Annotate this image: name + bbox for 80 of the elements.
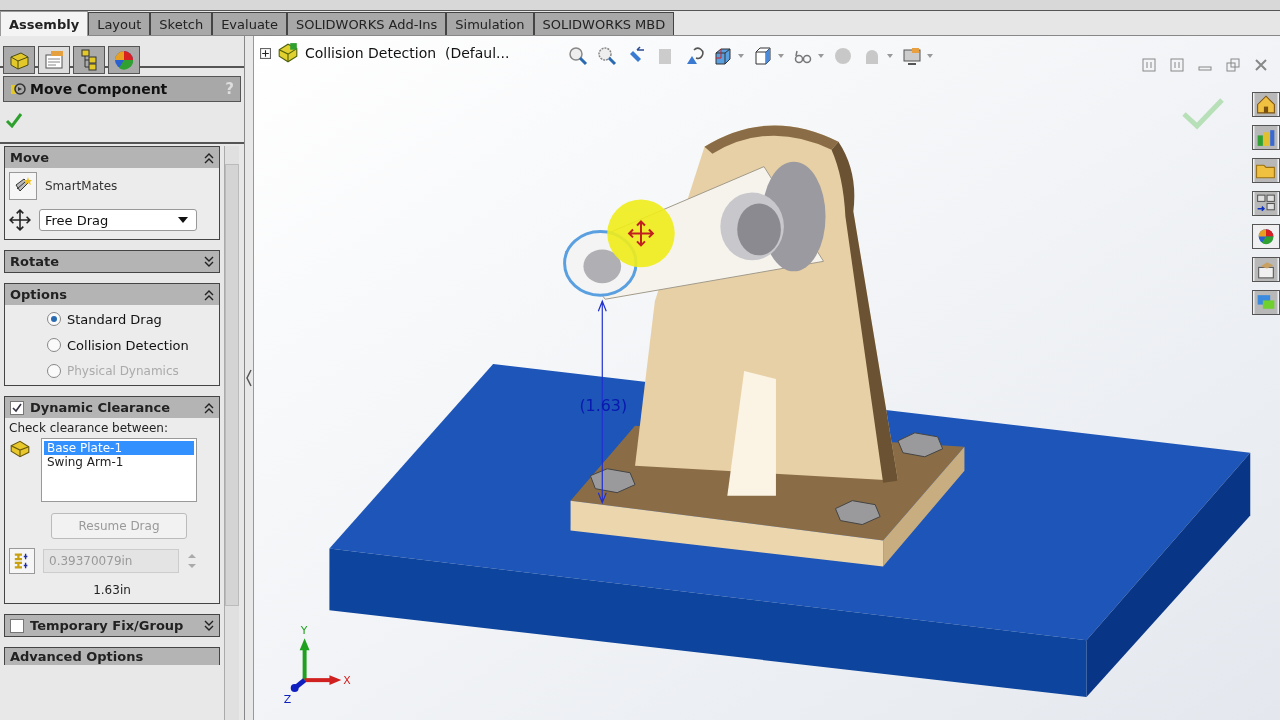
move-component-icon [10, 81, 26, 97]
forum-icon[interactable] [1252, 290, 1280, 315]
checkbox[interactable] [10, 618, 24, 633]
view-palette-icon[interactable] [1252, 191, 1280, 216]
radio-label: Collision Detection [67, 337, 189, 353]
monitor-icon[interactable] [902, 46, 922, 66]
appearance-tab-icon[interactable] [108, 46, 140, 74]
collapse-icon[interactable] [204, 151, 214, 164]
move-cursor-icon [627, 220, 655, 247]
axis-label: Y [300, 624, 308, 638]
confirm-check-icon[interactable] [1181, 96, 1225, 130]
command-tab[interactable]: SOLIDWORKS MBD [533, 12, 675, 35]
section-title: Advanced Options [10, 649, 145, 664]
configuration-tab-icon[interactable] [73, 46, 105, 74]
section-header[interactable]: Move [5, 147, 219, 168]
smartmates-button[interactable] [9, 172, 37, 200]
section-header[interactable]: Dynamic Clearance [5, 397, 219, 418]
expand-tree-icon[interactable] [260, 47, 271, 59]
custom-properties-icon[interactable] [1252, 257, 1280, 282]
command-tab[interactable]: Evaluate [212, 12, 287, 35]
section-title: Rotate [10, 254, 60, 269]
section-header[interactable]: Temporary Fix/Group [5, 615, 219, 636]
dropdown-arrow-icon[interactable] [927, 54, 933, 58]
zoom-to-fit-icon[interactable] [568, 46, 588, 66]
tile-right-icon[interactable] [1170, 58, 1184, 72]
selection-list[interactable]: Base Plate-1 Swing Arm-1 [41, 438, 197, 502]
section-title: Dynamic Clearance [30, 400, 172, 415]
dimension-value: (1.63) [579, 395, 628, 415]
assembly-icon [277, 42, 299, 64]
clearance-button[interactable] [9, 548, 35, 574]
section-title: Move [10, 150, 51, 165]
command-tab[interactable]: Simulation [446, 12, 534, 35]
radio-button[interactable] [47, 338, 61, 352]
drag-mode-dropdown[interactable]: Free Drag [39, 209, 197, 231]
components-icon [9, 438, 31, 460]
checkbox[interactable] [10, 400, 24, 415]
caret-icon [178, 217, 188, 223]
ok-check-icon[interactable] [5, 112, 23, 128]
expand-icon[interactable] [204, 255, 214, 268]
move-arrows-icon [9, 209, 31, 231]
axis-triad-drawing [290, 638, 342, 693]
dynamic-annotation-icon[interactable] [684, 46, 704, 66]
distance-readout: 1.63in [93, 582, 131, 599]
close-icon[interactable] [1254, 58, 1268, 72]
expand-icon[interactable] [204, 619, 214, 632]
command-tab[interactable]: Sketch [150, 12, 213, 35]
scrollbar[interactable] [224, 146, 239, 720]
command-tab[interactable]: Assembly [0, 11, 89, 37]
prompt-text: Check clearance between: [9, 421, 170, 435]
command-tab[interactable]: Layout [88, 12, 151, 35]
panel-title: Move Component [30, 81, 169, 97]
axis-label: X [343, 674, 351, 688]
collapse-icon[interactable] [204, 288, 214, 301]
dropdown-arrow-icon[interactable] [738, 54, 744, 58]
command-tab[interactable]: SOLIDWORKS Add-Ins [286, 12, 447, 35]
section-header[interactable]: Advanced Options [5, 648, 219, 665]
library-icon[interactable] [1252, 125, 1280, 150]
smartmates-label: SmartMates [45, 179, 118, 193]
section-title: Options [10, 287, 68, 302]
assembly-name[interactable]: Collision Detection (Defaul... [305, 45, 510, 61]
section-header[interactable]: Options [5, 284, 219, 305]
feature-tree-tab-icon[interactable] [3, 46, 35, 74]
property-tab-icon[interactable] [38, 46, 70, 74]
axis-label: Z [283, 693, 292, 707]
dropdown-arrow-icon[interactable] [778, 54, 784, 58]
home-icon[interactable] [1252, 92, 1280, 117]
zoom-to-area-icon[interactable] [597, 46, 617, 66]
dropdown-arrow-icon[interactable] [818, 54, 824, 58]
radio-label: Physical Dynamics [67, 364, 179, 378]
display-style-icon[interactable] [753, 46, 773, 66]
radio-label: Standard Drag [67, 311, 162, 327]
section-header[interactable]: Rotate [5, 251, 219, 272]
folder-icon[interactable] [1252, 158, 1280, 183]
section-title: Temporary Fix/Group [30, 618, 185, 633]
appearances-icon[interactable] [1252, 224, 1280, 249]
tile-left-icon[interactable] [1142, 58, 1156, 72]
collapse-icon[interactable] [204, 401, 214, 414]
dropdown-arrow-icon[interactable] [887, 54, 893, 58]
radio-button[interactable] [47, 312, 61, 326]
list-item[interactable]: Swing Arm-1 [44, 455, 194, 469]
